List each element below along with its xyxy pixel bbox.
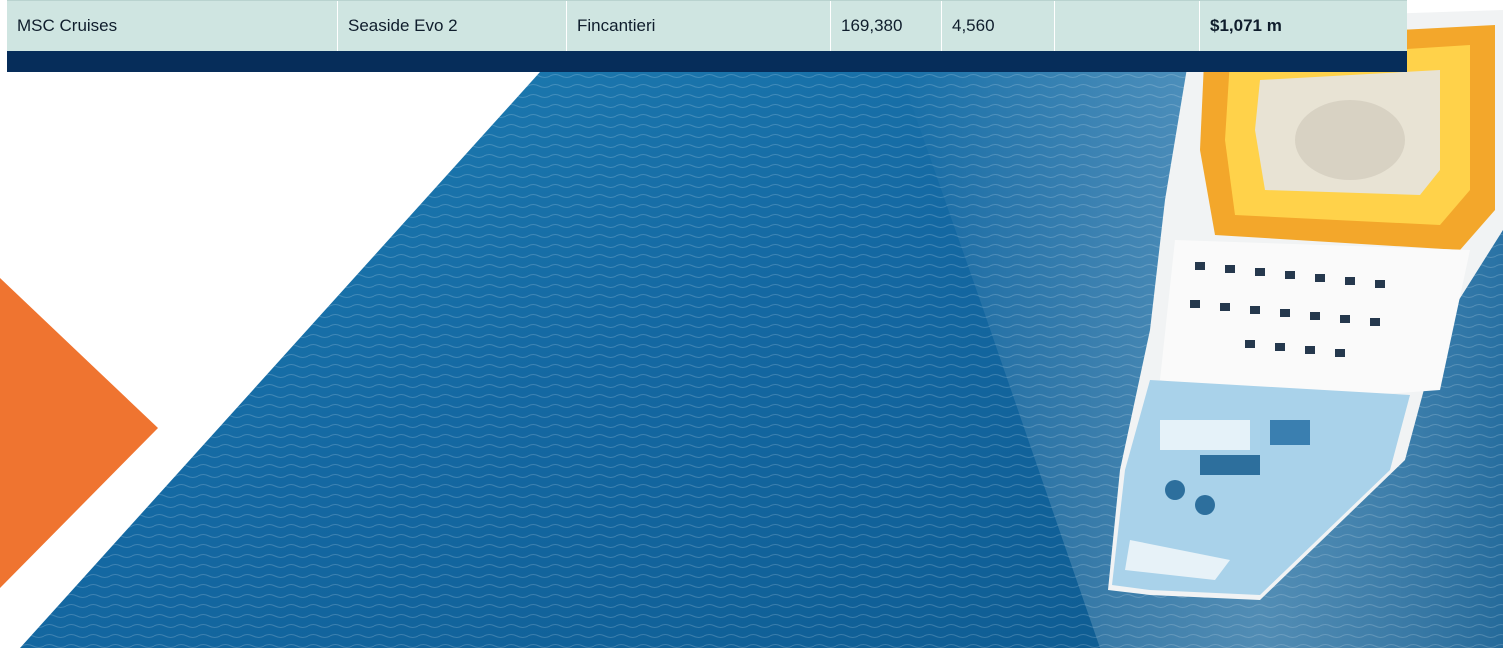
ship-cell: Seaside Evo 2: [338, 1, 567, 51]
shipyard-cell: Fincantieri: [567, 1, 831, 51]
table-footer-bar: [7, 51, 1407, 72]
ship-order-table: MSC Cruises Seaside Evo 2 Fincantieri 16…: [7, 0, 1407, 72]
capacity-cell: 4,560: [942, 1, 1055, 51]
operator-cell: MSC Cruises: [7, 1, 338, 51]
table-row: MSC Cruises Seaside Evo 2 Fincantieri 16…: [7, 0, 1407, 51]
empty-cell: [1055, 1, 1200, 51]
background-art: [0, 10, 1503, 648]
cost-cell: $1,071 m: [1210, 16, 1282, 35]
tonnage-cell: 169,380: [831, 1, 942, 51]
